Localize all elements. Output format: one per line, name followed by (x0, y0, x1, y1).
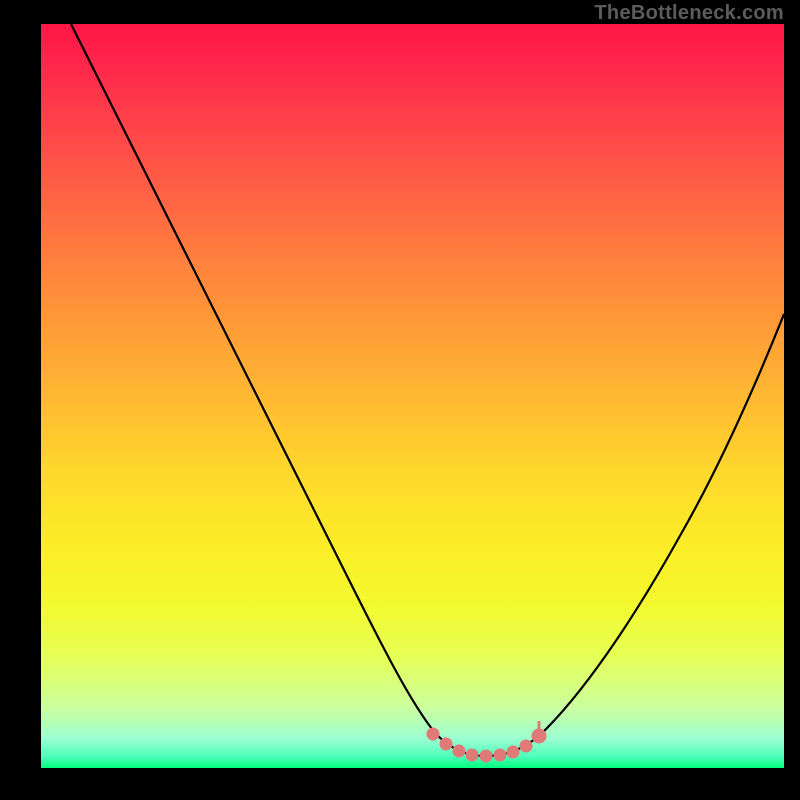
bottleneck-curve (71, 24, 784, 756)
attribution-text: TheBottleneck.com (594, 2, 784, 25)
chart-frame: TheBottleneck.com (0, 0, 800, 800)
chart-svg (41, 24, 784, 768)
plot-area (41, 24, 784, 768)
flat-marker-group (427, 721, 546, 762)
